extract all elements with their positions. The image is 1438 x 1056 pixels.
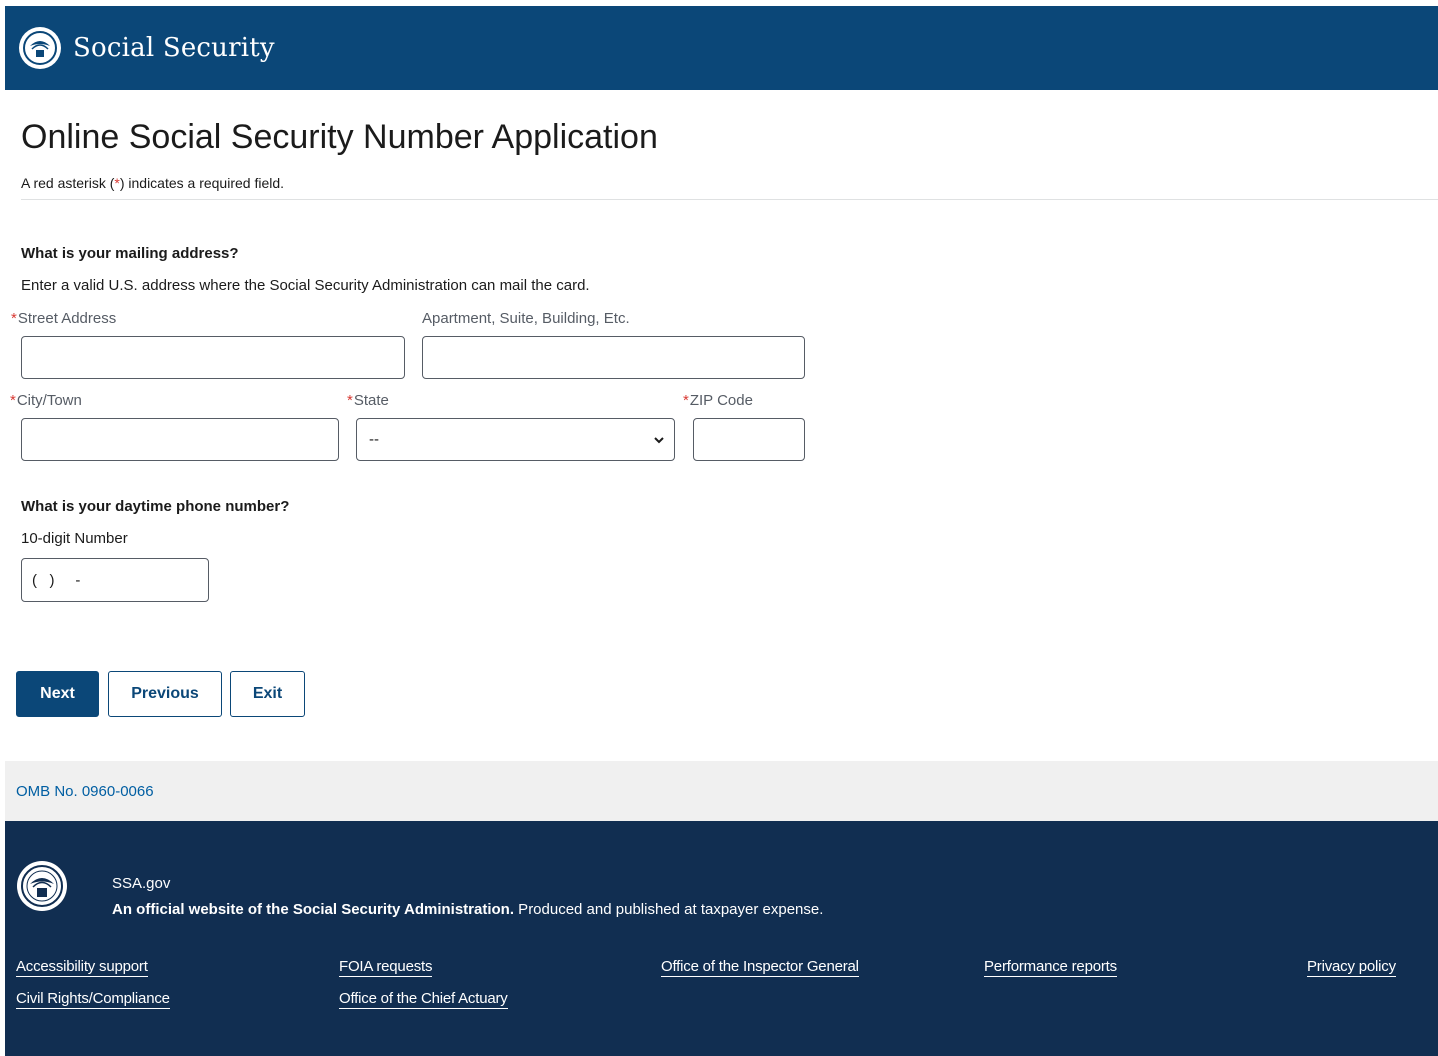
footer-link-foia[interactable]: FOIA requests [339, 958, 432, 977]
previous-button[interactable]: Previous [108, 671, 222, 717]
state-selected-value: -- [369, 431, 379, 448]
footer-link-accessibility[interactable]: Accessibility support [16, 958, 148, 977]
ssa-seal-icon[interactable] [19, 27, 61, 69]
site-footer: SSA.gov An official website of the Socia… [5, 821, 1438, 1056]
footer-description: An official website of the Social Securi… [112, 901, 824, 918]
zip-label: *ZIP Code [683, 392, 753, 409]
mailing-address-hint: Enter a valid U.S. address where the Soc… [21, 277, 590, 294]
required-field-note: A red asterisk (*) indicates a required … [21, 175, 285, 191]
phone-question: What is your daytime phone number? [21, 498, 290, 515]
footer-link-performance[interactable]: Performance reports [984, 958, 1117, 977]
city-input[interactable] [21, 418, 339, 461]
footer-link-chief-actuary[interactable]: Office of the Chief Actuary [339, 990, 508, 1009]
chevron-down-icon [654, 436, 664, 443]
exit-button[interactable]: Exit [230, 671, 305, 717]
ssa-seal-icon [17, 861, 67, 911]
zip-input[interactable] [693, 418, 805, 461]
footer-link-civil-rights[interactable]: Civil Rights/Compliance [16, 990, 170, 1009]
phone-input[interactable]: ( ) - [21, 558, 209, 602]
phone-label: 10-digit Number [21, 530, 128, 547]
street-address-input[interactable] [21, 336, 405, 379]
footer-link-privacy[interactable]: Privacy policy [1307, 958, 1396, 977]
site-header: Social Security [5, 6, 1438, 90]
phone-mask: ( ) - [32, 571, 81, 589]
footer-site-name: SSA.gov [112, 875, 171, 892]
mailing-address-question: What is your mailing address? [21, 245, 239, 262]
site-brand[interactable]: Social Security [73, 33, 275, 63]
state-label: *State [347, 392, 389, 409]
state-select[interactable]: -- [356, 418, 675, 461]
divider [21, 199, 1438, 200]
city-label: *City/Town [10, 392, 82, 409]
apartment-label: Apartment, Suite, Building, Etc. [422, 310, 630, 327]
street-address-label: *Street Address [11, 310, 117, 327]
footer-link-inspector-general[interactable]: Office of the Inspector General [661, 958, 859, 977]
omb-bar: OMB No. 0960-0066 [5, 761, 1438, 821]
apartment-input[interactable] [422, 336, 805, 379]
next-button[interactable]: Next [16, 671, 99, 717]
page-title: Online Social Security Number Applicatio… [21, 118, 658, 156]
omb-number-link[interactable]: OMB No. 0960-0066 [16, 783, 154, 800]
